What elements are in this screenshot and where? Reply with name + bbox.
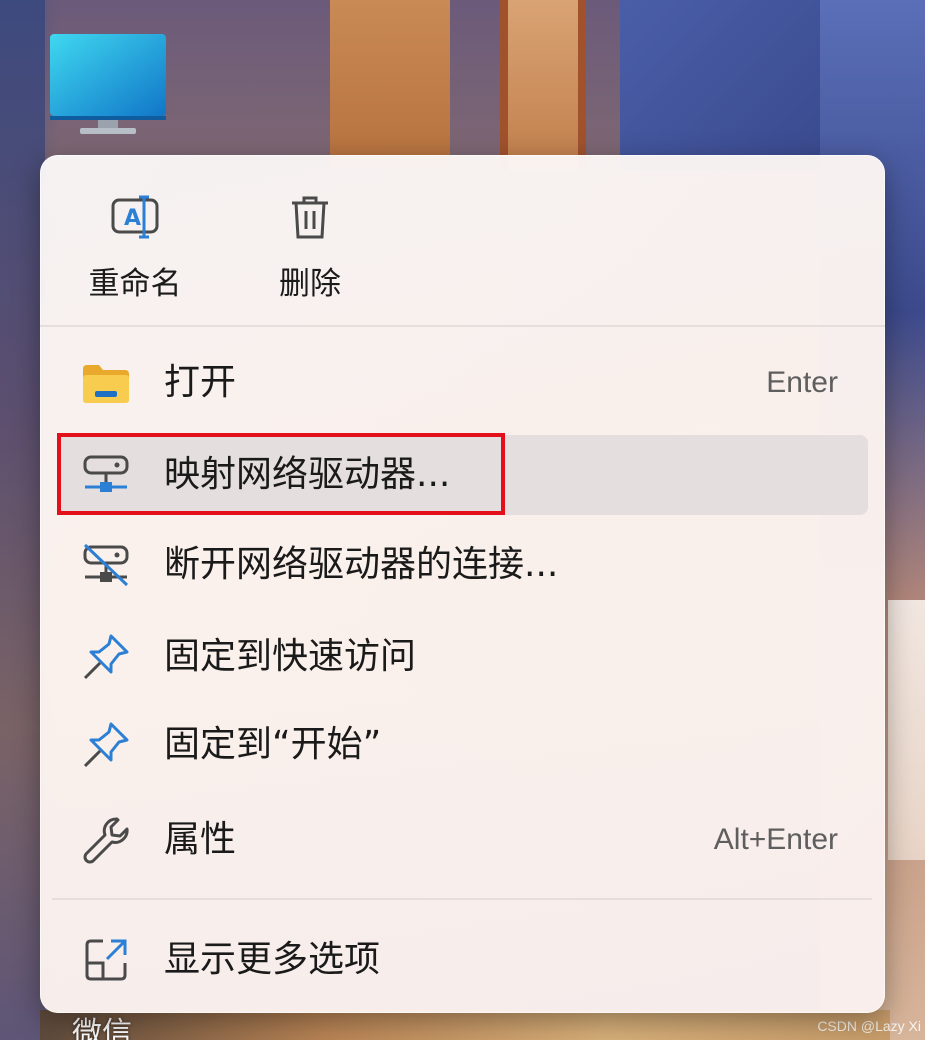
network-drive-icon (78, 447, 134, 503)
wallpaper-left-strip (0, 0, 45, 1040)
wallpaper-window (620, 0, 820, 170)
menu-item-label: 固定到快速访问 (164, 636, 417, 677)
menu-divider (52, 898, 872, 900)
watermark: CSDN @Lazy Xi (817, 1018, 921, 1034)
menu-item-open[interactable]: 打开 Enter (58, 343, 868, 423)
menu-item-label: 固定到“开始” (164, 724, 382, 765)
disconnect-drive-icon (78, 537, 134, 593)
rename-label: 重命名 (88, 266, 182, 302)
menu-item-disconnect-network-drive[interactable]: 断开网络驱动器的连接... (58, 525, 868, 605)
context-menu-quick-actions: A 重命名 删除 (40, 155, 885, 325)
context-menu: A 重命名 删除 打开 Enter 映射网络驱动器... 断开网络驱动器的连接.… (40, 155, 885, 1013)
trash-icon (245, 192, 375, 242)
menu-divider (40, 325, 885, 327)
menu-item-pin-quick-access[interactable]: 固定到快速访问 (58, 617, 868, 697)
svg-text:A: A (124, 206, 141, 231)
menu-item-shortcut: Enter (766, 366, 838, 399)
wallpaper-pillar (500, 0, 586, 170)
menu-item-label: 打开 (164, 362, 237, 403)
menu-item-label: 映射网络驱动器... (164, 454, 451, 495)
wallpaper-pillar (330, 0, 450, 170)
delete-label: 删除 (279, 266, 341, 302)
menu-item-pin-start[interactable]: 固定到“开始” (58, 705, 868, 785)
pin-icon (78, 717, 134, 773)
desktop-background: 微信 CSDN @Lazy Xi A 重命名 删除 打开 Enter 映射网络驱… (0, 0, 925, 1040)
menu-item-shortcut: Alt+Enter (713, 823, 838, 856)
wallpaper-sign (888, 600, 925, 860)
menu-item-map-network-drive[interactable]: 映射网络驱动器... (58, 435, 868, 515)
folder-icon (78, 355, 134, 411)
menu-item-properties[interactable]: 属性 Alt+Enter (58, 800, 868, 880)
open-external-icon (78, 932, 134, 988)
delete-button[interactable]: 删除 (245, 180, 375, 310)
menu-item-label: 断开网络驱动器的连接... (164, 544, 559, 585)
monitor-icon[interactable] (48, 30, 168, 140)
menu-item-show-more-options[interactable]: 显示更多选项 (58, 920, 868, 1000)
rename-icon: A (70, 192, 200, 242)
menu-item-label: 属性 (164, 819, 237, 860)
wallpaper-bottom (40, 1010, 890, 1040)
pin-icon (78, 629, 134, 685)
menu-item-label: 显示更多选项 (164, 939, 381, 980)
rename-button[interactable]: A 重命名 (70, 180, 200, 310)
wrench-icon (78, 812, 134, 868)
